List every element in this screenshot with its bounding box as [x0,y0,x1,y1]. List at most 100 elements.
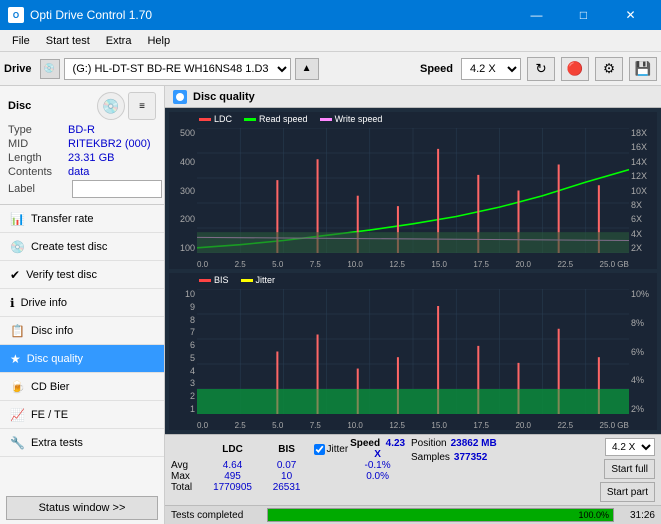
samples-row: Samples 377352 [411,452,487,463]
x-200: 20.0 [515,260,531,269]
menu-start-test[interactable]: Start test [38,33,98,49]
samples-val: 377352 [454,452,487,463]
disc-image-icon: 💿 [97,92,125,120]
x-150: 15.0 [431,260,447,269]
menu-file[interactable]: File [4,33,38,49]
speed-select-stats[interactable]: 4.2 X [605,438,655,456]
bis-x-axis: 0.0 2.5 5.0 7.5 10.0 12.5 15.0 17.5 20.0… [197,421,629,430]
bis-chart-bg: BIS Jitter 10 9 8 7 6 5 [169,273,657,430]
write-speed-color-swatch [320,118,332,121]
y-label-400: 400 [180,157,195,167]
sidebar-item-disc-quality[interactable]: ★ Disc quality [0,345,164,373]
speed-select[interactable]: 4.2 X [461,58,521,80]
speed-label: Speed [420,63,453,75]
sidebar-item-disc-info[interactable]: 📋 Disc info [0,317,164,345]
position-label: Position [411,438,447,449]
disc-label-input[interactable] [72,180,162,198]
sidebar: Disc 💿 ≡ Type BD-R MID RITEKBR2 (000) Le… [0,86,165,524]
title-bar: O Opti Drive Control 1.70 — □ ✕ [0,0,661,30]
x-50: 5.0 [272,260,283,269]
sidebar-item-verify-test-disc[interactable]: ✔ Verify test disc [0,261,164,289]
menu-bar: File Start test Extra Help [0,30,661,52]
status-label: Tests completed [171,510,261,521]
jitter-color-swatch [241,279,253,282]
start-full-button[interactable]: Start full [604,459,655,479]
bis-y-axis-right: 10% 8% 6% 4% 2% [629,289,657,414]
header-speed: Speed 4.23 X [348,438,407,460]
avg-bis: 0.07 [260,460,314,471]
yr-2x: 2X [631,243,642,253]
disc-panel: Disc 💿 ≡ Type BD-R MID RITEKBR2 (000) Le… [0,86,164,205]
disc-info-icon: 📋 [10,324,25,338]
ldc-chart-container: LDC Read speed Write speed 500 [169,112,657,269]
sidebar-item-cd-bier[interactable]: 🍺 CD Bier [0,373,164,401]
yr-18x: 18X [631,128,647,138]
write-speed-legend-label: Write speed [335,114,383,124]
bis-legend-label: BIS [214,275,229,285]
disc-type-val: BD-R [68,124,95,136]
sidebar-item-label: FE / TE [31,409,68,421]
progress-bar-fill [268,509,613,521]
maximize-button[interactable]: □ [561,0,606,30]
bis-chart-svg [197,289,629,414]
app-icon: O [8,7,24,23]
max-label: Max [171,471,205,482]
disc-quality-title: Disc quality [193,91,255,103]
progress-time: 31:26 [620,510,655,521]
read-speed-legend: Read speed [244,114,308,124]
sidebar-item-fe-te[interactable]: 📈 FE / TE [0,401,164,429]
sidebar-item-transfer-rate[interactable]: 📊 Transfer rate [0,205,164,233]
ldc-chart-svg [197,128,629,253]
cd-bier-icon: 🍺 [10,380,25,394]
read-speed-legend-label: Read speed [259,114,308,124]
drive-select[interactable]: (G:) HL-DT-ST BD-RE WH16NS48 1.D3 [64,58,291,80]
sidebar-item-label: Disc info [31,325,73,337]
yr-4x: 4X [631,229,642,239]
stats-row: LDC BIS Jitter Speed 4.23 X [171,438,655,502]
status-window-button[interactable]: Status window >> [6,496,158,520]
disc-contents-val: data [68,166,89,178]
sidebar-item-create-test-disc[interactable]: 💿 Create test disc [0,233,164,261]
jitter-legend-label: Jitter [256,275,276,285]
jitter-checkbox[interactable] [314,444,325,455]
charts-area: LDC Read speed Write speed 500 [165,108,661,434]
eject-button[interactable]: ▲ [295,58,319,80]
bis-legend-bis: BIS [199,275,229,285]
jitter-label: Jitter [327,444,349,455]
sidebar-item-label: Extra tests [31,437,83,449]
sidebar-item-label: Transfer rate [31,213,94,225]
jitter-checkbox-label[interactable]: Jitter [314,444,349,455]
read-speed-color-swatch [244,118,256,121]
avg-jitter: -0.1% [348,460,407,471]
sidebar-item-extra-tests[interactable]: 🔧 Extra tests [0,429,164,457]
save-button[interactable]: 💾 [629,57,657,81]
progress-pct: 100.0% [578,510,609,520]
nav-items: 📊 Transfer rate 💿 Create test disc ✔ Ver… [0,205,164,492]
start-part-button[interactable]: Start part [600,482,655,502]
refresh-button[interactable]: ↻ [527,57,555,81]
ldc-x-axis: 0.0 2.5 5.0 7.5 10.0 12.5 15.0 17.5 20.0… [197,260,629,269]
yr-14x: 14X [631,157,647,167]
menu-extra[interactable]: Extra [98,33,140,49]
settings-button[interactable]: ⚙ [595,57,623,81]
close-button[interactable]: ✕ [608,0,653,30]
app-title: Opti Drive Control 1.70 [30,8,152,22]
position-val: 23862 MB [451,438,497,449]
sidebar-item-label: Disc quality [27,353,83,365]
write-speed-legend: Write speed [320,114,383,124]
menu-help[interactable]: Help [139,33,178,49]
progress-area: Tests completed 100.0% 31:26 [165,505,661,524]
max-bis: 10 [260,471,314,482]
sidebar-item-drive-info[interactable]: ℹ Drive info [0,289,164,317]
action-buttons: 4.2 X Start full Start part [555,438,655,502]
minimize-button[interactable]: — [514,0,559,30]
bis-chart-container: BIS Jitter 10 9 8 7 6 5 [169,273,657,430]
x-125: 12.5 [389,260,405,269]
avg-ldc: 4.64 [205,460,259,471]
x-100: 10.0 [347,260,363,269]
x-225: 22.5 [557,260,573,269]
burn-button[interactable]: 🔴 [561,57,589,81]
header-ldc: LDC [205,438,259,460]
yr-6x: 6X [631,214,642,224]
main-area: Disc 💿 ≡ Type BD-R MID RITEKBR2 (000) Le… [0,86,661,524]
